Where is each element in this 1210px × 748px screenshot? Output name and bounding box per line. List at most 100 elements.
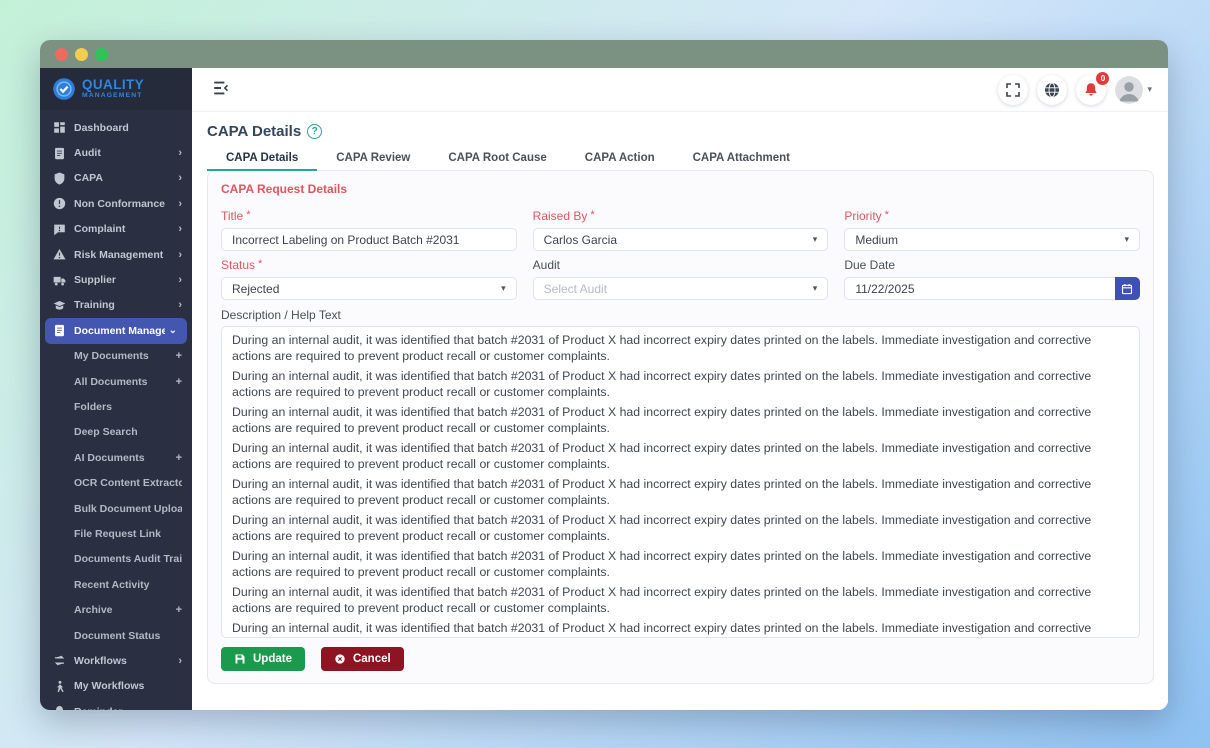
sidebar-item-capa[interactable]: CAPA › bbox=[40, 166, 192, 191]
message-icon bbox=[53, 223, 66, 236]
sidebar-item-archive[interactable]: Archive + bbox=[40, 597, 192, 622]
tab-capa-root-cause[interactable]: CAPA Root Cause bbox=[429, 146, 565, 170]
top-navbar: 0 ▾ bbox=[192, 68, 1168, 112]
sidebar-item-deep-search[interactable]: Deep Search bbox=[40, 420, 192, 445]
sidebar-item-workflows[interactable]: Workflows › bbox=[40, 648, 192, 673]
section-title: CAPA Request Details bbox=[221, 182, 348, 196]
sidebar-collapse-icon[interactable] bbox=[212, 79, 234, 101]
sidebar-item-label: Complaint bbox=[74, 223, 126, 236]
status-select[interactable]: Rejected ▾ bbox=[221, 277, 517, 300]
sidebar-item-reminder[interactable]: Reminder bbox=[40, 699, 192, 710]
due-date-value: 11/22/2025 bbox=[855, 281, 915, 296]
audit-document-icon bbox=[53, 147, 66, 160]
priority-value: Medium bbox=[855, 232, 899, 247]
update-button[interactable]: Update bbox=[221, 647, 305, 671]
help-icon[interactable]: ? bbox=[307, 123, 323, 139]
caret-down-icon: ▾ bbox=[812, 283, 818, 293]
capa-request-card: CAPA Request Details Title * Incorrect La… bbox=[207, 170, 1154, 684]
sidebar-item-ocr-content-extractor[interactable]: OCR Content Extractor bbox=[40, 470, 192, 495]
dashboard-icon bbox=[53, 121, 66, 134]
warning-triangle-icon bbox=[53, 248, 66, 261]
sidebar-item-training[interactable]: Training › bbox=[40, 293, 192, 318]
alert-circle-icon bbox=[53, 197, 66, 210]
sidebar-item-bulk-document-upload[interactable]: Bulk Document Upload bbox=[40, 496, 192, 521]
audit-label: Audit bbox=[532, 258, 561, 272]
sidebar-item-non-conformance[interactable]: Non Conformance › bbox=[40, 191, 192, 216]
language-button[interactable] bbox=[1037, 74, 1068, 105]
sidebar-item-folders[interactable]: Folders bbox=[40, 394, 192, 419]
sidebar-item-label: Deep Search bbox=[74, 426, 138, 439]
sidebar: QUALITY MANAGEMENT Dashboard Audit › CAPA › N… bbox=[40, 68, 192, 710]
avatar bbox=[1115, 75, 1144, 104]
logo-line2: MANAGEMENT bbox=[82, 92, 143, 100]
date-picker-button[interactable] bbox=[1114, 277, 1140, 300]
bell-icon bbox=[1083, 82, 1099, 98]
cancel-button-label: Cancel bbox=[352, 653, 391, 665]
sidebar-item-all-documents[interactable]: All Documents + bbox=[40, 369, 192, 394]
sidebar-item-recent-activity[interactable]: Recent Activity bbox=[40, 572, 192, 597]
sidebar-item-my-documents[interactable]: My Documents + bbox=[40, 344, 192, 369]
due-date-input[interactable]: 11/22/2025 bbox=[844, 277, 1115, 300]
description-paragraph: During an internal audit, it was identif… bbox=[232, 404, 1092, 436]
required-asterisk: * bbox=[246, 209, 251, 221]
sidebar-item-complaint[interactable]: Complaint › bbox=[40, 217, 192, 242]
cancel-button[interactable]: Cancel bbox=[320, 647, 404, 671]
required-asterisk: * bbox=[590, 209, 595, 221]
sidebar-item-label: Recent Activity bbox=[74, 578, 150, 591]
plus-icon: + bbox=[175, 350, 182, 363]
user-menu-button[interactable]: ▾ bbox=[1115, 75, 1152, 104]
sidebar-item-label: Folders bbox=[74, 400, 112, 413]
minimize-button[interactable] bbox=[75, 47, 88, 61]
required-asterisk: * bbox=[884, 209, 889, 221]
sidebar-item-ai-documents[interactable]: AI Documents + bbox=[40, 445, 192, 470]
chevron-right-icon: › bbox=[178, 223, 182, 236]
sidebar-item-audit[interactable]: Audit › bbox=[40, 140, 192, 165]
sidebar-item-documents-audit-trail[interactable]: Documents Audit Trail bbox=[40, 547, 192, 572]
person-icon bbox=[53, 680, 66, 693]
tab-capa-review[interactable]: CAPA Review bbox=[317, 146, 429, 170]
sidebar-item-document-management[interactable]: Document Management⌄ bbox=[45, 318, 187, 344]
plus-icon: + bbox=[175, 604, 182, 617]
truck-icon bbox=[53, 274, 66, 287]
field-priority: Priority * Medium ▾ bbox=[844, 209, 1140, 251]
sidebar-item-my-workflows[interactable]: My Workflows bbox=[40, 674, 192, 699]
tab-capa-attachment[interactable]: CAPA Attachment bbox=[674, 146, 809, 170]
status-value: Rejected bbox=[232, 281, 280, 296]
description-paragraph: During an internal audit, it was identif… bbox=[232, 512, 1092, 544]
sidebar-item-label: Supplier bbox=[74, 274, 117, 287]
sidebar-item-document-status[interactable]: Document Status bbox=[40, 623, 192, 648]
raised-by-select[interactable]: Carlos Garcia ▾ bbox=[532, 228, 829, 251]
sidebar-item-label: Reminder bbox=[74, 706, 182, 710]
chevron-right-icon: › bbox=[178, 197, 182, 210]
sidebar-item-label: Training bbox=[74, 299, 115, 312]
sidebar-item-label: OCR Content Extractor bbox=[74, 477, 182, 490]
tab-capa-action[interactable]: CAPA Action bbox=[566, 146, 674, 170]
sidebar-item-label: Archive bbox=[74, 604, 113, 617]
title-input[interactable]: Incorrect Labeling on Product Batch #203… bbox=[221, 228, 517, 251]
chevron-right-icon: › bbox=[178, 654, 182, 667]
graduation-cap-icon bbox=[53, 299, 66, 312]
sidebar-item-file-request-link[interactable]: File Request Link bbox=[40, 521, 192, 546]
tab-capa-details[interactable]: CAPA Details bbox=[207, 146, 318, 171]
notifications-button[interactable]: 0 bbox=[1076, 71, 1110, 105]
close-button[interactable] bbox=[55, 47, 68, 61]
sidebar-menu: Dashboard Audit › CAPA › Non Conformance › Comp… bbox=[40, 110, 192, 710]
sidebar-item-label: AI Documents bbox=[74, 451, 145, 464]
maximize-button[interactable] bbox=[95, 47, 108, 61]
workflows-icon bbox=[53, 654, 66, 667]
sidebar-item-label: File Request Link bbox=[74, 527, 161, 540]
sidebar-item-dashboard[interactable]: Dashboard bbox=[40, 115, 192, 140]
update-button-label: Update bbox=[253, 653, 292, 665]
sidebar-item-label: Bulk Document Upload bbox=[74, 502, 182, 515]
audit-select[interactable]: Select Audit ▾ bbox=[532, 277, 829, 300]
sidebar-item-label: Document Management bbox=[74, 324, 165, 337]
required-asterisk: * bbox=[258, 258, 263, 270]
sidebar-item-risk-management[interactable]: Risk Management › bbox=[40, 242, 192, 267]
fullscreen-button[interactable] bbox=[998, 74, 1029, 105]
sidebar-item-supplier[interactable]: Supplier › bbox=[40, 267, 192, 292]
description-textarea[interactable]: During an internal audit, it was identif… bbox=[221, 326, 1140, 638]
chevron-right-icon: › bbox=[178, 172, 182, 185]
bell-outline-icon bbox=[53, 705, 66, 710]
priority-select[interactable]: Medium ▾ bbox=[844, 228, 1140, 251]
sidebar-item-label: My Documents bbox=[74, 350, 149, 363]
